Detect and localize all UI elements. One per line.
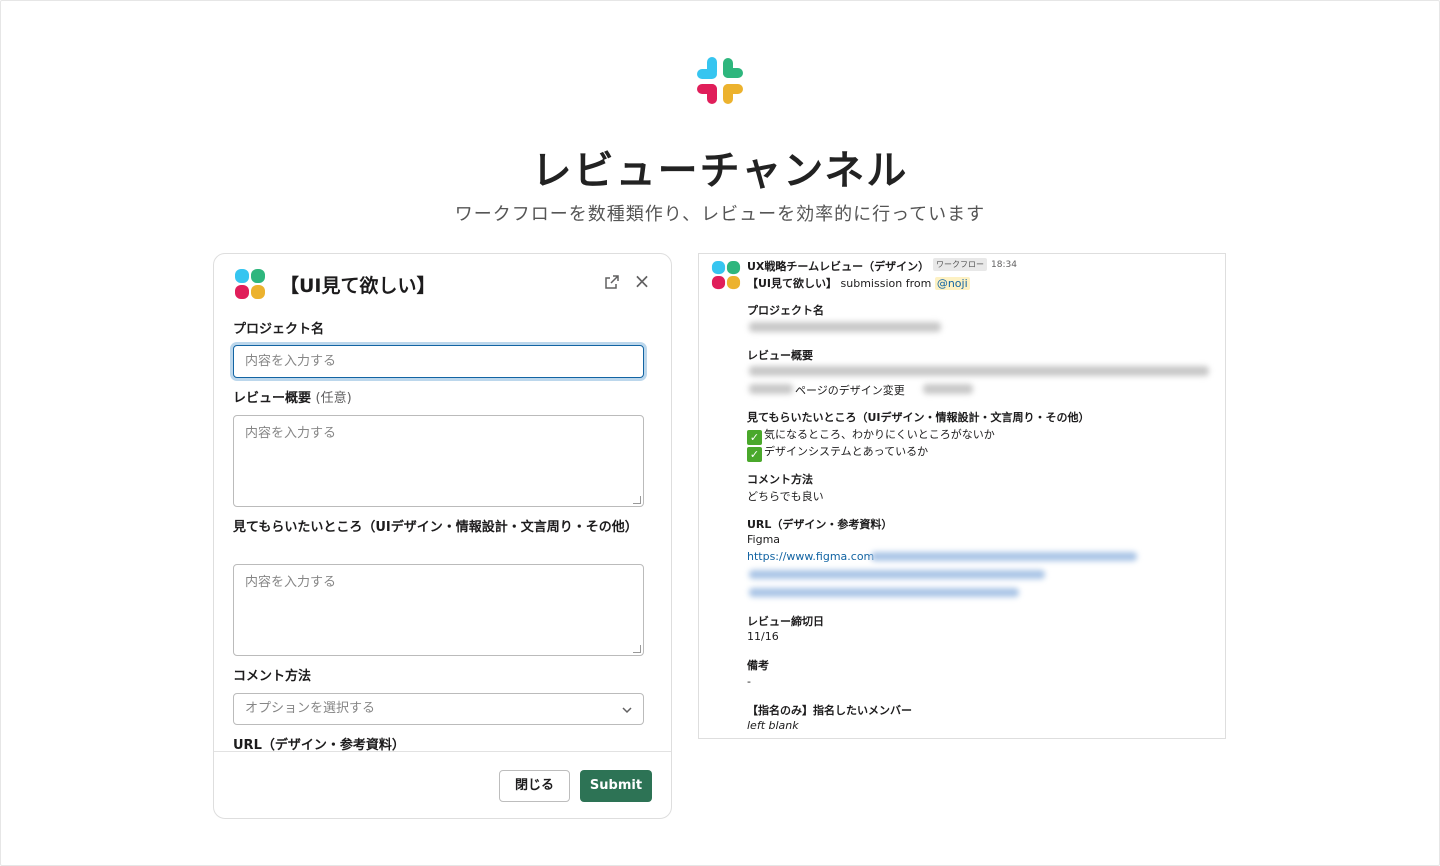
section-heading: 備考 — [747, 659, 769, 672]
modal-body[interactable]: プロジェクト名 内容を入力する レビュー概要 (任意) 内容を入力する 見てもら… — [214, 314, 671, 751]
redacted-text — [749, 322, 941, 332]
workflow-badge: ワークフロー — [933, 258, 987, 271]
field-label-comment-method: コメント方法 — [233, 667, 311, 687]
checklist-item-text: 気になるところ、わかりにくいところがないか — [764, 428, 995, 441]
optional-tag: (任意) — [315, 391, 352, 406]
field-label-url: URL（デザイン・参考資料） — [233, 736, 405, 751]
message-timestamp[interactable]: 18:34 — [991, 260, 1017, 270]
checklist-item: ✓ デザインシステムとあっているか — [747, 443, 928, 462]
redacted-link — [749, 570, 1045, 579]
redacted-text — [749, 366, 1209, 376]
workflow-message-card: UX戦略チームレビュー（デザイン） ワークフロー 18:34 【UI見て欲しい】… — [698, 253, 1226, 739]
chevron-down-icon — [622, 707, 632, 714]
project-name-input[interactable]: 内容を入力する — [233, 345, 644, 378]
section-heading: 見てもらいたいところ（UIデザイン・情報設計・文言周り・その他） — [747, 411, 1090, 424]
section-heading: プロジェクト名 — [747, 304, 824, 317]
close-button[interactable]: 閉じる — [499, 770, 570, 802]
section-value: left blank — [747, 719, 799, 732]
section-heading: レビュー締切日 — [747, 615, 824, 628]
redacted-link — [871, 552, 1137, 561]
select-placeholder: オプションを選択する — [245, 701, 376, 716]
close-icon[interactable]: × — [632, 270, 652, 292]
user-mention[interactable]: @noji — [934, 277, 970, 290]
field-label-focus-areas: 見てもらいたいところ（UIデザイン・情報設計・文言周り・その他） — [233, 518, 638, 538]
section-value: ページのデザイン変更 — [795, 384, 905, 397]
field-label-review-summary: レビュー概要 (任意) — [233, 389, 352, 409]
slack-logo-icon — [697, 57, 743, 104]
checklist-item-text: デザインシステムとあっているか — [764, 445, 929, 458]
section-heading: コメント方法 — [747, 473, 813, 486]
redacted-text — [923, 384, 973, 394]
field-label-text: URL（デザイン・参考資料） — [233, 738, 405, 751]
page-subtitle: ワークフローを数種類作り、レビューを効率的に行っています — [454, 204, 986, 225]
resize-handle-icon[interactable] — [633, 496, 641, 504]
message-intro: 【UI見て欲しい】 submission from @noji — [747, 275, 970, 291]
section-heading: URL（デザイン・参考資料） — [747, 518, 893, 531]
resize-handle-icon[interactable] — [633, 645, 641, 653]
textarea-placeholder: 内容を入力する — [245, 575, 337, 590]
workflow-app-icon — [235, 269, 265, 299]
page-title: レビューチャンネル — [531, 148, 909, 194]
open-in-window-icon[interactable] — [604, 274, 620, 290]
workflow-form-modal: 【UI見て欲しい】 × プロジェクト名 内容を入力する レビュー概要 (任意) … — [213, 253, 672, 819]
section-heading: レビュー概要 — [747, 349, 813, 362]
redacted-text — [749, 384, 793, 394]
modal-footer: 閉じる Submit — [214, 751, 671, 818]
field-label-text: 見てもらいたいところ（UIデザイン・情報設計・文言周り・その他） — [233, 520, 638, 535]
modal-title: 【UI見て欲しい】 — [280, 275, 436, 297]
textarea-placeholder: 内容を入力する — [245, 426, 337, 441]
message-sender[interactable]: UX戦略チームレビュー（デザイン） — [747, 258, 929, 274]
focus-areas-textarea[interactable]: 内容を入力する — [233, 564, 644, 656]
field-label-project-name: プロジェクト名 — [233, 320, 324, 340]
section-value: 11/16 — [747, 630, 779, 643]
review-summary-textarea[interactable]: 内容を入力する — [233, 415, 644, 507]
field-label-text: コメント方法 — [233, 669, 312, 684]
submit-button[interactable]: Submit — [580, 770, 652, 802]
check-mark-icon: ✓ — [747, 447, 762, 462]
field-label-text: レビュー概要 — [233, 391, 312, 406]
section-value: どちらでも良い — [747, 490, 824, 503]
submission-text: submission from — [840, 277, 932, 290]
workflow-app-icon — [711, 260, 741, 290]
message-title: 【UI見て欲しい】 — [747, 277, 838, 290]
field-label-text: プロジェクト名 — [233, 322, 325, 337]
section-heading: 【指名のみ】指名したいメンバー — [747, 704, 912, 717]
section-value: Figma — [747, 533, 781, 546]
redacted-link — [749, 588, 1019, 597]
figma-link[interactable]: https://www.figma.com — [747, 550, 874, 563]
section-value: - — [747, 675, 751, 688]
comment-method-select[interactable]: オプションを選択する — [233, 693, 644, 725]
